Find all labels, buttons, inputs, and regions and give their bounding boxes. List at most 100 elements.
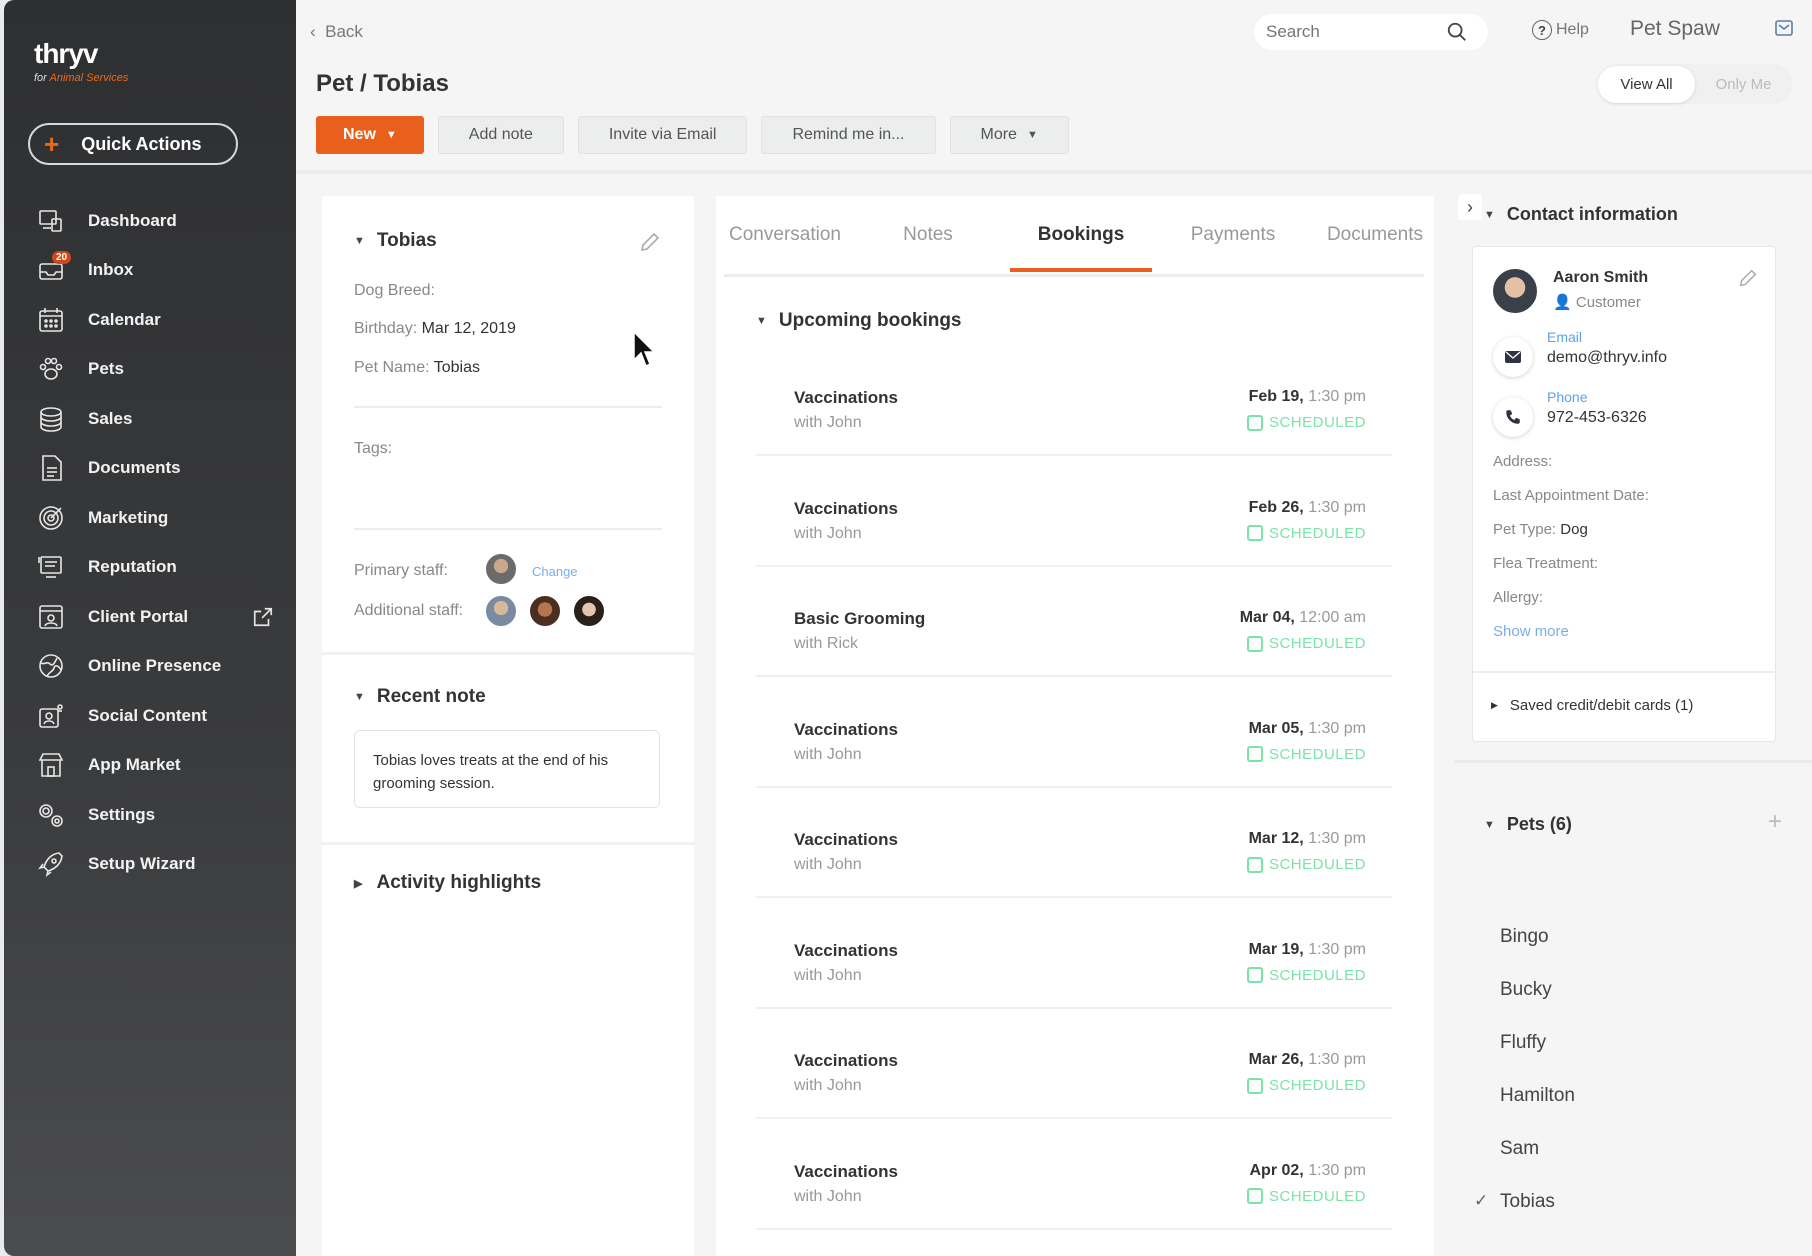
pet-name-value: Tobias (433, 359, 480, 376)
tab-conversation[interactable]: Conversation (724, 214, 846, 272)
booking-row[interactable]: Vaccinations with John Feb 19, 1:30 pm SCHE… (756, 346, 1392, 456)
show-more-link[interactable]: Show more (1493, 623, 1569, 640)
sidebar-item-reputation[interactable]: Reputation (34, 543, 284, 593)
pet-list-item[interactable]: Hamilton (1500, 1085, 1575, 1107)
sidebar-item-online-presence[interactable]: Online Presence (34, 642, 284, 692)
invite-email-button[interactable]: Invite via Email (577, 116, 748, 154)
help-link[interactable]: ? Help (1532, 20, 1589, 40)
back-link[interactable]: ‹ Back (310, 22, 363, 42)
pet-type-field: Pet Type: Dog (1493, 521, 1588, 538)
tab-documents[interactable]: Documents (1314, 214, 1436, 272)
primary-staff-avatar[interactable] (484, 552, 518, 586)
brand-logo[interactable]: thryv for Animal Services (34, 38, 128, 84)
booking-row[interactable]: Vaccinations with John Mar 26, 1:30 pm SCHE… (756, 1009, 1392, 1119)
sidebar-item-pets[interactable]: Pets (34, 345, 284, 395)
birthday-field: Birthday: Mar 12, 2019 (354, 320, 516, 338)
edit-pencil-icon[interactable] (1737, 267, 1759, 294)
booking-status: SCHEDULED (1246, 1188, 1366, 1205)
pet-list-item[interactable]: ✓ Tobias (1474, 1191, 1555, 1213)
address-label: Address: (1493, 453, 1553, 470)
contact-name[interactable]: Aaron Smith (1553, 269, 1648, 287)
only-me-option[interactable]: Only Me (1695, 66, 1792, 103)
sidebar-item-label: Dashboard (88, 210, 177, 230)
booking-datetime: Mar 04, 12:00 am (1240, 609, 1366, 627)
staff-avatar[interactable] (572, 594, 606, 628)
dog-breed-field: Dog Breed: (354, 282, 435, 300)
staff-avatar[interactable] (528, 594, 562, 628)
email-icon[interactable] (1493, 337, 1533, 377)
phone-value[interactable]: 972-453-6326 (1547, 409, 1647, 427)
add-note-button[interactable]: Add note (437, 116, 564, 154)
sidebar-item-label: App Market (88, 755, 181, 775)
inbox-icon: 20 (34, 251, 72, 285)
chevron-right-icon[interactable]: › (1458, 194, 1482, 220)
pet-list-item[interactable]: Bingo (1500, 926, 1549, 948)
booking-row[interactable]: Basic Grooming with Rick Mar 04, 12:00 am S… (756, 567, 1392, 677)
client-portal-icon (34, 602, 68, 632)
view-all-option[interactable]: View All (1598, 65, 1695, 103)
sidebar-nav: Dashboard 20 Inbox Calendar Pets Sales Documen… (34, 196, 284, 889)
booking-row[interactable]: Vaccinations with John Mar 12, 1:30 pm SCHE… (756, 788, 1392, 898)
change-staff-link[interactable]: Change (532, 564, 578, 579)
saved-cards-toggle[interactable]: ▶ Saved credit/debit cards (1) (1491, 697, 1693, 714)
upcoming-bookings-header[interactable]: ▼ Upcoming bookings (756, 310, 962, 332)
external-link-icon[interactable] (252, 606, 274, 633)
brand-tagline-prefix: for (34, 72, 47, 84)
booking-datetime: Mar 05, 1:30 pm (1249, 720, 1366, 738)
phone-icon[interactable] (1493, 397, 1533, 437)
pet-list-item[interactable]: Sam (1500, 1138, 1539, 1160)
sidebar-item-documents[interactable]: Documents (34, 444, 284, 494)
recent-note-header[interactable]: ▼ Recent note (354, 686, 486, 708)
booking-date: Mar 26, (1248, 1051, 1304, 1068)
sidebar-item-marketing[interactable]: Marketing (34, 493, 284, 543)
search-box[interactable] (1254, 14, 1488, 50)
sidebar-item-app-market[interactable]: App Market (34, 741, 284, 791)
booking-row[interactable]: Vaccinations with John Mar 19, 1:30 pm SCHE… (756, 899, 1392, 1009)
tab-notes[interactable]: Notes (866, 214, 990, 272)
booking-row[interactable]: Vaccinations with John Apr 02, 1:30 pm SCHE… (756, 1120, 1392, 1230)
tab-bookings[interactable]: Bookings (1010, 214, 1152, 272)
search-icon[interactable] (1446, 21, 1468, 43)
dog-breed-label: Dog Breed: (354, 282, 435, 299)
pet-list-item[interactable]: Fluffy (1500, 1032, 1546, 1054)
quick-actions-button[interactable]: + Quick Actions (28, 123, 238, 165)
booking-datetime: Mar 26, 1:30 pm (1249, 1051, 1366, 1069)
sidebar-item-dashboard[interactable]: Dashboard (34, 196, 284, 246)
more-button[interactable]: More ▼ (949, 116, 1069, 154)
email-value[interactable]: demo@thryv.info (1547, 349, 1667, 367)
sidebar-item-label: Pets (88, 359, 124, 379)
sidebar-item-client-portal[interactable]: Client Portal (34, 592, 284, 642)
account-icon[interactable] (1774, 18, 1794, 43)
sidebar-item-label: Marketing (88, 507, 169, 527)
pet-list-item[interactable]: Bucky (1500, 979, 1552, 1001)
paw-icon (34, 354, 68, 384)
activity-highlights-header[interactable]: ▶ Activity highlights (354, 872, 541, 894)
tab-payments[interactable]: Payments (1172, 214, 1294, 272)
booking-row[interactable]: Vaccinations with John Feb 26, 1:30 pm SCHE… (756, 457, 1392, 567)
staff-avatar[interactable] (484, 594, 518, 628)
remind-me-button[interactable]: Remind me in... (761, 116, 936, 154)
booking-datetime: Mar 12, 1:30 pm (1249, 830, 1366, 848)
booking-datetime: Mar 19, 1:30 pm (1249, 941, 1366, 959)
booking-row[interactable]: Vaccinations with John Mar 05, 1:30 pm SCHE… (756, 678, 1392, 788)
booking-status: SCHEDULED (1246, 414, 1366, 431)
edit-pencil-icon[interactable] (638, 230, 662, 259)
search-input[interactable] (1266, 22, 1446, 42)
pets-section-header[interactable]: ▼ Pets (6) (1484, 814, 1572, 835)
new-button[interactable]: New ▼ (316, 116, 424, 154)
pet-name: Sam (1500, 1138, 1540, 1159)
pet-section-header[interactable]: ▼ Tobias (354, 230, 437, 252)
business-name[interactable]: Pet Spaw (1630, 17, 1720, 41)
add-pet-icon[interactable]: + (1768, 808, 1782, 836)
booking-date: Mar 05, (1248, 719, 1304, 737)
booking-time: 1:30 pm (1308, 1051, 1366, 1068)
sidebar-item-sales[interactable]: Sales (34, 394, 284, 444)
sidebar-item-setup-wizard[interactable]: Setup Wizard (34, 840, 284, 890)
sidebar-item-settings[interactable]: Settings (34, 790, 284, 840)
sidebar-item-social-content[interactable]: Social Content (34, 691, 284, 741)
booking-date: Mar 04, (1239, 609, 1295, 626)
sidebar-item-calendar[interactable]: Calendar (34, 295, 284, 345)
sidebar-item-inbox[interactable]: 20 Inbox (34, 246, 284, 296)
pet-name: Bingo (1500, 926, 1549, 947)
contact-info-header[interactable]: ▼ Contact information (1484, 204, 1678, 225)
